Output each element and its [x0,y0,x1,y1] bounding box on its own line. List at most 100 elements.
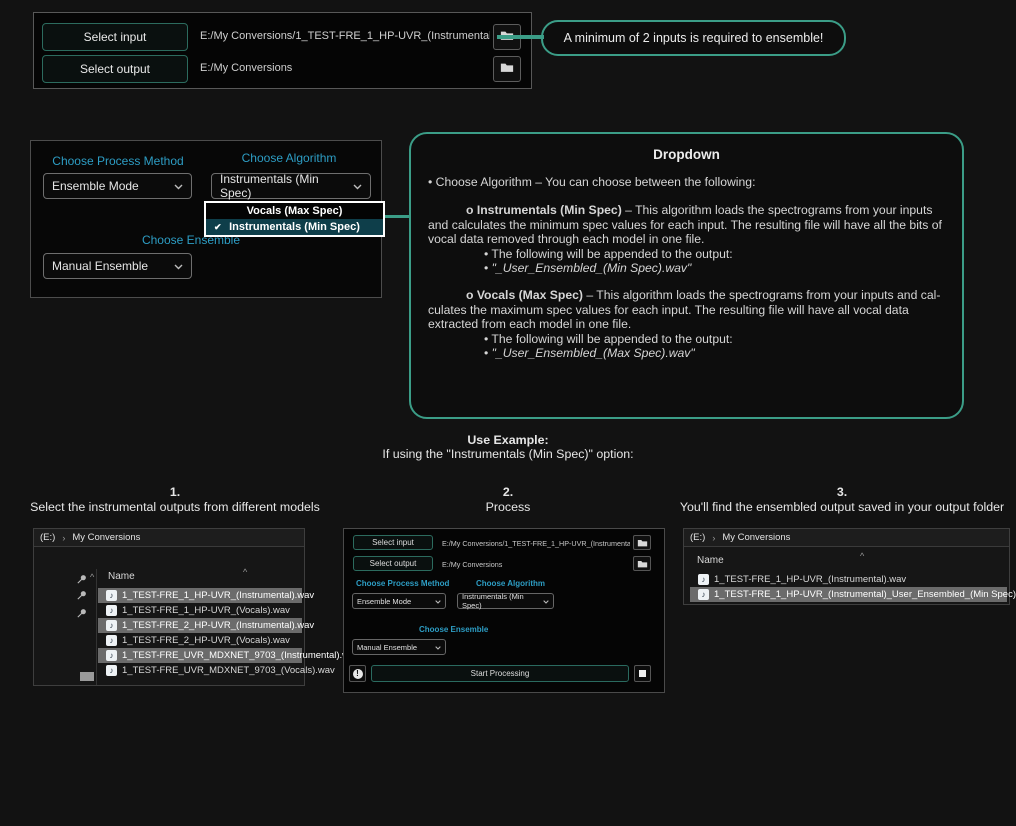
start-processing-button[interactable]: Start Processing [371,665,629,682]
stop-icon [639,670,646,677]
algorithm-dropdown[interactable]: Instrumentals (Min Spec) [211,173,371,199]
file-row[interactable]: ♪ 1_TEST-FRE_2_HP-UVR_(Vocals).wav [98,633,300,648]
chevron-down-icon [435,643,441,652]
sort-caret: ^ [243,567,247,577]
file-explorer-inputs: (E:) › My Conversions ^ Name ^ ♪ 1_TEST-… [33,528,305,686]
algorithm-label: Choose Algorithm [209,151,369,165]
open-input-folder-button[interactable] [633,535,651,550]
step-number: 1. [5,485,345,500]
menu-item-label: Vocals (Max Spec) [247,205,343,217]
step-1-heading: 1. Select the instrumental outputs from … [5,485,345,515]
select-input-button[interactable]: Select input [353,535,433,550]
algorithm-value: Instrumentals (Min Spec) [220,172,353,200]
file-name: 1_TEST-FRE_1_HP-UVR_(Vocals).wav [122,605,290,616]
output-path-field: E:/My Conversions [200,62,490,74]
chevron-down-icon [543,597,549,606]
process-method-value: Ensemble Mode [357,597,411,606]
file-row[interactable]: ♪ 1_TEST-FRE_2_HP-UVR_(Instrumental).wav [98,618,302,633]
step-caption: Process [346,500,670,515]
bullet: • [484,261,492,275]
process-method-value: Ensemble Mode [52,179,139,193]
menu-item[interactable]: ✔ Instrumentals (Min Spec) [206,219,383,235]
select-output-button[interactable]: Select output [42,55,188,83]
file-name: 1_TEST-FRE_UVR_MDXNET_9703_(Vocals).wav [122,665,335,676]
file-row[interactable]: ♪ 1_TEST-FRE_1_HP-UVR_(Instrumental).wav [690,572,916,587]
pin-icon [76,606,88,618]
input-path-field: E:/My Conversions/1_TEST-FRE_1_HP-UVR_(I… [442,539,630,548]
chevron-down-icon [435,597,441,606]
menu-item[interactable]: Vocals (Max Spec) [206,203,383,219]
algorithm-dropdown[interactable]: Instrumentals (Min Spec) [457,593,554,609]
file-row[interactable]: ♪ 1_TEST-FRE_1_HP-UVR_(Vocals).wav [98,603,300,618]
name-column-header[interactable]: Name [108,571,135,582]
file-name: 1_TEST-FRE_1_HP-UVR_(Instrumental)_User_… [714,589,1016,600]
file-row[interactable]: ♪ 1_TEST-FRE_1_HP-UVR_(Instrumental)_Use… [690,587,1007,602]
ensemble-dropdown[interactable]: Manual Ensemble [352,639,446,655]
folder-icon [637,555,648,573]
scrollbar[interactable] [80,672,94,681]
step-number: 2. [346,485,670,500]
append-note: • The following will be appended to the … [484,332,949,346]
ensemble-options-panel: Choose Process Method Ensemble Mode Choo… [30,140,382,298]
select-input-button[interactable]: Select input [42,23,188,51]
process-method-dropdown[interactable]: Ensemble Mode [43,173,192,199]
ensemble-value: Manual Ensemble [52,259,148,273]
file-row[interactable]: ♪ 1_TEST-FRE_UVR_MDXNET_9703_(Vocals).wa… [98,663,302,678]
name-column-header[interactable]: Name [697,555,724,566]
pin-icon [76,588,88,600]
info-button[interactable]: ! [349,665,366,682]
ensemble-dropdown[interactable]: Manual Ensemble [43,253,192,279]
pin-icon [76,572,88,584]
drive-crumb[interactable]: (E:) [40,532,55,543]
info-panel-title: Dropdown [411,147,962,162]
select-output-button[interactable]: Select output [353,556,433,571]
algorithm-section: o Instrumentals (Min Spec) – This algori… [428,203,949,275]
pin-rail: ^ [34,569,97,685]
appended-filename: "_User_Ensembled_(Max Spec).wav" [492,346,695,360]
append-note: • The following will be appended to the … [484,247,949,261]
input-path-field: E:/My Conversions/1_TEST-FRE_1_HP-UVR_(I… [200,30,490,42]
ensemble-value: Manual Ensemble [357,643,417,652]
audio-file-icon: ♪ [106,620,117,631]
file-name: 1_TEST-FRE_1_HP-UVR_(Instrumental).wav [714,574,906,585]
menu-item-label: Instrumentals (Min Spec) [229,221,360,233]
open-output-folder-button[interactable] [633,556,651,571]
drive-crumb[interactable]: (E:) [690,532,705,543]
output-path-field: E:/My Conversions [442,560,630,569]
algorithm-name: o Instrumentals (Min Spec) [466,203,622,217]
collapse-caret: ^ [90,572,94,582]
chevron-down-icon [353,179,362,193]
breadcrumb-separator-icon: › [712,533,715,543]
chevron-down-icon [174,179,183,193]
check-icon: ✔ [214,222,222,233]
info-intro: • Choose Algorithm – You can choose betw… [428,175,949,189]
step-caption: Select the instrumental outputs from dif… [5,500,345,515]
address-bar: (E:) › My Conversions [34,529,304,547]
file-row[interactable]: ♪ 1_TEST-FRE_UVR_MDXNET_9703_(Instrument… [98,648,302,663]
file-select-panel: Select input E:/My Conversions/1_TEST-FR… [33,12,532,89]
folder-crumb[interactable]: My Conversions [722,532,790,543]
file-name: 1_TEST-FRE_2_HP-UVR_(Instrumental).wav [122,620,314,631]
algorithm-label: Choose Algorithm [476,579,545,588]
file-explorer-output: (E:) › My Conversions Name ^ ♪ 1_TEST-FR… [683,528,1010,605]
folder-crumb[interactable]: My Conversions [72,532,140,543]
open-output-folder-button[interactable] [493,56,521,82]
use-example-title: Use Example: [0,433,1016,447]
algorithm-value: Instrumentals (Min Spec) [462,592,543,610]
process-method-label: Choose Process Method [356,579,449,588]
file-name: 1_TEST-FRE_UVR_MDXNET_9703_(Instrumental… [122,650,359,661]
process-method-dropdown[interactable]: Ensemble Mode [352,593,446,609]
file-row[interactable]: ♪ 1_TEST-FRE_1_HP-UVR_(Instrumental).wav [98,588,302,603]
page: Select input E:/My Conversions/1_TEST-FR… [0,0,1016,826]
use-example-subtitle: If using the "Instrumentals (Min Spec)" … [0,447,1016,461]
appended-filename: "_User_Ensembled_(Min Spec).wav" [492,261,692,275]
step-2-heading: 2. Process [346,485,670,515]
stop-button[interactable] [634,665,651,682]
file-name: 1_TEST-FRE_1_HP-UVR_(Instrumental).wav [122,590,314,601]
breadcrumb-separator-icon: › [62,533,65,543]
bullet: • [484,346,492,360]
folder-icon [500,60,514,78]
process-method-label: Choose Process Method [43,154,193,168]
step-caption: You'll find the ensembled output saved i… [668,500,1016,515]
audio-file-icon: ♪ [106,605,117,616]
